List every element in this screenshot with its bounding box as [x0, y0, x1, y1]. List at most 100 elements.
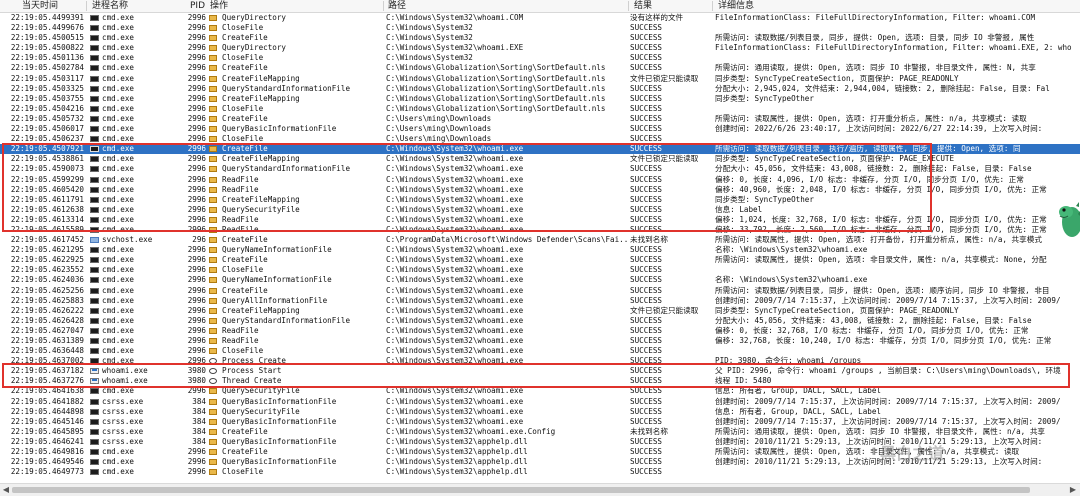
table-row[interactable]: 22:19:05.4637276 whoami.exe 3980 Thread Cre… [0, 376, 1080, 386]
table-row[interactable]: 22:19:05.4500515 cmd.exe 2996 CreateFile C:\… [0, 33, 1080, 43]
process-pid: 2996 [187, 346, 206, 356]
horizontal-scrollbar[interactable]: ◀ ▶ [0, 483, 1080, 496]
file-folder-icon [209, 257, 217, 264]
table-row[interactable]: 22:19:05.4502784 cmd.exe 2996 CreateFile C:\… [0, 63, 1080, 73]
detail: 名称: \Windows\System32\whoami.exe [715, 275, 868, 285]
result: SUCCESS [630, 93, 663, 103]
table-row[interactable]: 22:19:05.4507921 cmd.exe 2996 CreateFile C:\… [0, 144, 1080, 155]
table-row[interactable]: 22:19:05.4636448 cmd.exe 2996 CloseFile C:\W… [0, 346, 1080, 356]
path: C:\Windows\System32\whoami.exe [386, 396, 524, 406]
table-row[interactable]: 22:19:05.4626428 cmd.exe 2996 QueryStandard… [0, 316, 1080, 326]
table-row[interactable]: 22:19:05.4613314 cmd.exe 2996 ReadFile C:\Wi… [0, 215, 1080, 225]
scrollbar-thumb[interactable] [12, 487, 1030, 493]
table-row[interactable]: 22:19:05.4590073 cmd.exe 2996 QueryStandard… [0, 164, 1080, 174]
process-pid: 2996 [187, 184, 206, 194]
detail: 偏移: 0, 长度: 32,768, I/O 标志: 非缓存, 分页 I/O, … [715, 325, 1029, 335]
col-operation[interactable]: 操作 [210, 0, 228, 12]
table-row[interactable]: 22:19:05.4645895 csrss.exe 384 CreateFile C:… [0, 427, 1080, 437]
table-row[interactable]: 22:19:05.4501136 cmd.exe 2996 CloseFile C:\W… [0, 53, 1080, 63]
col-divider[interactable] [712, 1, 713, 11]
process-pid: 2996 [187, 33, 206, 43]
operation: CreateFile [222, 426, 268, 436]
col-time[interactable]: 当天时间 [22, 0, 58, 12]
table-row[interactable]: 22:19:05.4623552 cmd.exe 2996 CloseFile C:\W… [0, 265, 1080, 275]
table-row[interactable]: 22:19:05.4611791 cmd.exe 2996 CreateFileMap… [0, 195, 1080, 205]
event-time: 22:19:05.4621295 [10, 245, 84, 255]
table-row[interactable]: 22:19:05.4641638 cmd.exe 2996 QuerySecurity… [0, 386, 1080, 396]
console-process-icon [90, 469, 99, 476]
table-row[interactable]: 22:19:05.4641882 csrss.exe 384 QueryBasicIn… [0, 397, 1080, 407]
operation: QueryDirectory [222, 13, 287, 22]
col-divider[interactable] [86, 1, 87, 11]
table-row[interactable]: 22:19:05.4615589 cmd.exe 2996 ReadFile C:\Wi… [0, 225, 1080, 235]
event-time: 22:19:05.4627047 [10, 325, 84, 335]
event-time: 22:19:05.4613314 [10, 214, 84, 224]
scroll-left-icon[interactable]: ◀ [1, 485, 11, 495]
process-name: whoami.exe [102, 366, 148, 376]
result: SUCCESS [630, 174, 663, 184]
event-time: 22:19:05.4626428 [10, 315, 84, 325]
table-row[interactable]: 22:19:05.4612638 cmd.exe 2996 QuerySecurity… [0, 205, 1080, 215]
col-divider[interactable] [383, 1, 384, 11]
col-process[interactable]: 进程名称 [92, 0, 128, 12]
table-row[interactable]: 22:19:05.4504216 cmd.exe 2996 CloseFile C:\W… [0, 104, 1080, 114]
process-pid: 384 [192, 416, 206, 426]
table-row[interactable]: 22:19:05.4605420 cmd.exe 2996 ReadFile C:\Wi… [0, 185, 1080, 195]
procmon-window: 当天时间 进程名称 PID 操作 路径 结果 详细信息 22:19:05.449… [0, 0, 1080, 496]
table-row[interactable]: 22:19:05.4503117 cmd.exe 2996 CreateFileMap… [0, 74, 1080, 84]
table-row[interactable]: 22:19:05.4500822 cmd.exe 2996 QueryDirector… [0, 43, 1080, 53]
col-divider[interactable] [628, 1, 629, 11]
process-name: cmd.exe [102, 23, 135, 33]
col-result[interactable]: 结果 [634, 0, 652, 12]
operation: CreateFile [222, 144, 268, 154]
operation: ReadFile [222, 336, 259, 345]
process-pid: 2996 [187, 13, 206, 22]
table-row[interactable]: 22:19:05.4625883 cmd.exe 2996 QueryAllInfor… [0, 296, 1080, 306]
table-row[interactable]: 22:19:05.4624036 cmd.exe 2996 QueryNameInfo… [0, 275, 1080, 285]
table-row[interactable]: 22:19:05.4506237 cmd.exe 2996 CloseFile C:\U… [0, 134, 1080, 144]
console-process-icon [90, 95, 99, 102]
detail: 分配大小: 45,056, 文件结束: 43,008, 链接数: 2, 删除挂起… [715, 164, 1032, 174]
table-row[interactable]: 22:19:05.4644898 csrss.exe 384 QuerySecurit… [0, 407, 1080, 417]
table-row[interactable]: 22:19:05.4499676 cmd.exe 2996 CloseFile C:\W… [0, 23, 1080, 33]
table-row[interactable]: 22:19:05.4499391 cmd.exe 2996 QueryDirector… [0, 13, 1080, 23]
col-detail[interactable]: 详细信息 [718, 0, 754, 12]
path: C:\Windows\System32\whoami.exe [386, 285, 524, 295]
table-row[interactable]: 22:19:05.4538861 cmd.exe 2996 CreateFileMap… [0, 154, 1080, 164]
file-folder-icon [209, 75, 217, 82]
event-time: 22:19:05.4611791 [10, 194, 84, 204]
table-row[interactable]: 22:19:05.4599299 cmd.exe 2996 ReadFile C:\Wi… [0, 175, 1080, 185]
table-row[interactable]: 22:19:05.4645146 csrss.exe 384 QueryBasicIn… [0, 417, 1080, 427]
process-name: cmd.exe [102, 457, 135, 467]
event-time: 22:19:05.4626222 [10, 305, 84, 315]
event-list[interactable]: 22:19:05.4499391 cmd.exe 2996 QueryDirector… [0, 13, 1080, 482]
result: SUCCESS [630, 265, 663, 275]
table-row[interactable]: 22:19:05.4617452 svchost.exe 296 CreateFile… [0, 235, 1080, 245]
table-row[interactable]: 22:19:05.4506017 cmd.exe 2996 QueryBasicInf… [0, 124, 1080, 134]
col-pid[interactable]: PID [190, 0, 205, 12]
detail: 偏移: 0, 长度: 4,096, I/O 标志: 非缓存, 分页 I/O, 同… [715, 174, 1024, 184]
table-row[interactable]: 22:19:05.4637002 cmd.exe 2996 Process Creat… [0, 356, 1080, 366]
col-path[interactable]: 路径 [388, 0, 406, 12]
file-folder-icon [209, 25, 217, 32]
table-row[interactable]: 22:19:05.4637182 whoami.exe 3980 Process St… [0, 366, 1080, 376]
table-row[interactable]: 22:19:05.4627047 cmd.exe 2996 ReadFile C:\Wi… [0, 326, 1080, 336]
event-time: 22:19:05.4612638 [10, 204, 84, 214]
scroll-right-icon[interactable]: ▶ [1068, 485, 1078, 495]
console-process-icon [90, 216, 99, 223]
table-row[interactable]: 22:19:05.4626222 cmd.exe 2996 CreateFileMap… [0, 306, 1080, 316]
table-row[interactable]: 22:19:05.4503755 cmd.exe 2996 CreateFileMap… [0, 94, 1080, 104]
table-row[interactable]: 22:19:05.4649773 cmd.exe 2996 CloseFile C:\W… [0, 467, 1080, 477]
table-row[interactable]: 22:19:05.4505732 cmd.exe 2996 CreateFile C:\… [0, 114, 1080, 124]
table-row[interactable]: 22:19:05.4631389 cmd.exe 2996 ReadFile C:\Wi… [0, 336, 1080, 346]
table-row[interactable]: 22:19:05.4503325 cmd.exe 2996 QueryStandard… [0, 84, 1080, 94]
event-time: 22:19:05.4645146 [10, 416, 84, 426]
process-pid: 3980 [187, 366, 206, 376]
table-row[interactable]: 22:19:05.4621295 cmd.exe 2996 QueryNameInfo… [0, 245, 1080, 255]
process-name: cmd.exe [102, 53, 135, 63]
event-time: 22:19:05.4644898 [10, 406, 84, 416]
table-row[interactable]: 22:19:05.4622925 cmd.exe 2996 CreateFile C:\… [0, 255, 1080, 265]
event-time: 22:19:05.4649816 [10, 447, 84, 457]
table-row[interactable]: 22:19:05.4625256 cmd.exe 2996 CreateFile C:\… [0, 286, 1080, 296]
console-process-icon [90, 277, 99, 284]
